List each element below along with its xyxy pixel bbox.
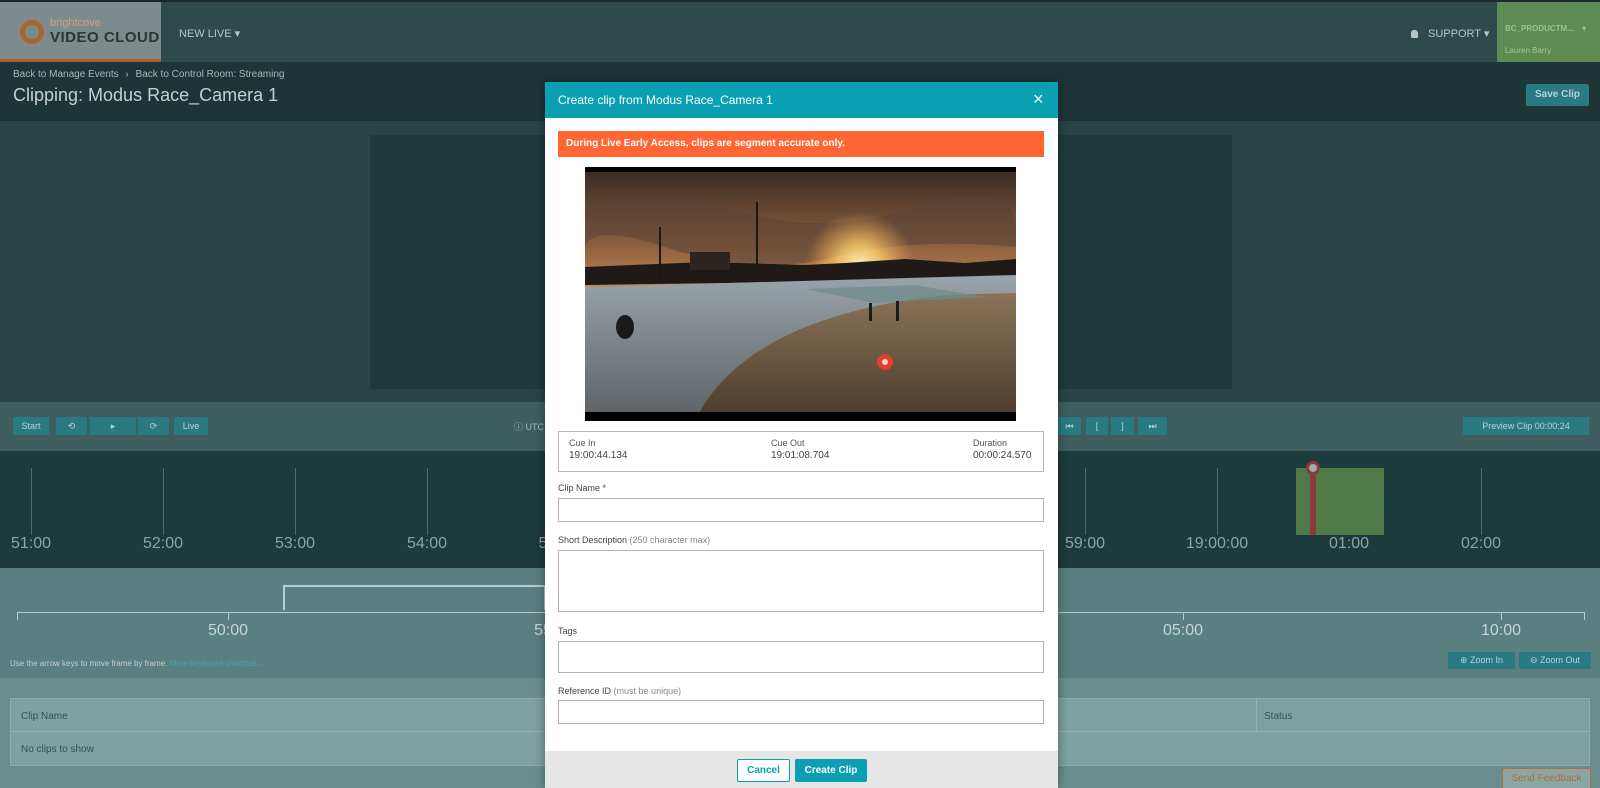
cue-in-label: Cue In — [569, 438, 596, 448]
tags-input[interactable] — [558, 641, 1044, 673]
segment-accuracy-alert: During Live Early Access, clips are segm… — [558, 131, 1044, 157]
clip-name-input[interactable] — [558, 498, 1044, 522]
tags-label: Tags — [558, 626, 578, 636]
modal-header: Create clip from Modus Race_Camera 1 × — [545, 82, 1058, 118]
close-icon[interactable]: × — [1033, 89, 1044, 109]
duration: Duration 00:00:24.570 — [973, 438, 1031, 461]
duration-label: Duration — [973, 438, 1008, 448]
reference-id-label: Reference ID (must be unique) — [558, 686, 682, 696]
cue-summary: Cue In 19:00:44.134 Cue Out 19:01:08.704 D… — [558, 431, 1044, 472]
cue-in: Cue In 19:00:44.134 — [569, 438, 627, 461]
reference-id-input[interactable] — [558, 700, 1044, 724]
modal-footer: Cancel Create Clip — [545, 751, 1058, 788]
short-description-textarea[interactable] — [558, 550, 1044, 612]
cancel-button[interactable]: Cancel — [737, 759, 790, 782]
cue-out-value: 19:01:08.704 — [771, 450, 830, 461]
duration-value: 00:00:24.570 — [973, 450, 1032, 461]
clip-name-label: Clip Name * — [558, 483, 607, 493]
short-description-hint: (250 character max) — [629, 535, 711, 545]
reference-id-hint: (must be unique) — [613, 686, 682, 696]
create-clip-button[interactable]: Create Clip — [795, 759, 867, 782]
clip-preview-video[interactable] — [585, 167, 1016, 421]
video-frame — [585, 167, 1016, 421]
cue-out: Cue Out 19:01:08.704 — [771, 438, 829, 461]
modal-title: Create clip from Modus Race_Camera 1 — [558, 93, 773, 107]
cue-in-value: 19:00:44.134 — [569, 450, 628, 461]
short-description-label: Short Description (250 character max) — [558, 535, 711, 545]
create-clip-modal: Create clip from Modus Race_Camera 1 × D… — [545, 82, 1058, 788]
cue-out-label: Cue Out — [771, 438, 805, 448]
